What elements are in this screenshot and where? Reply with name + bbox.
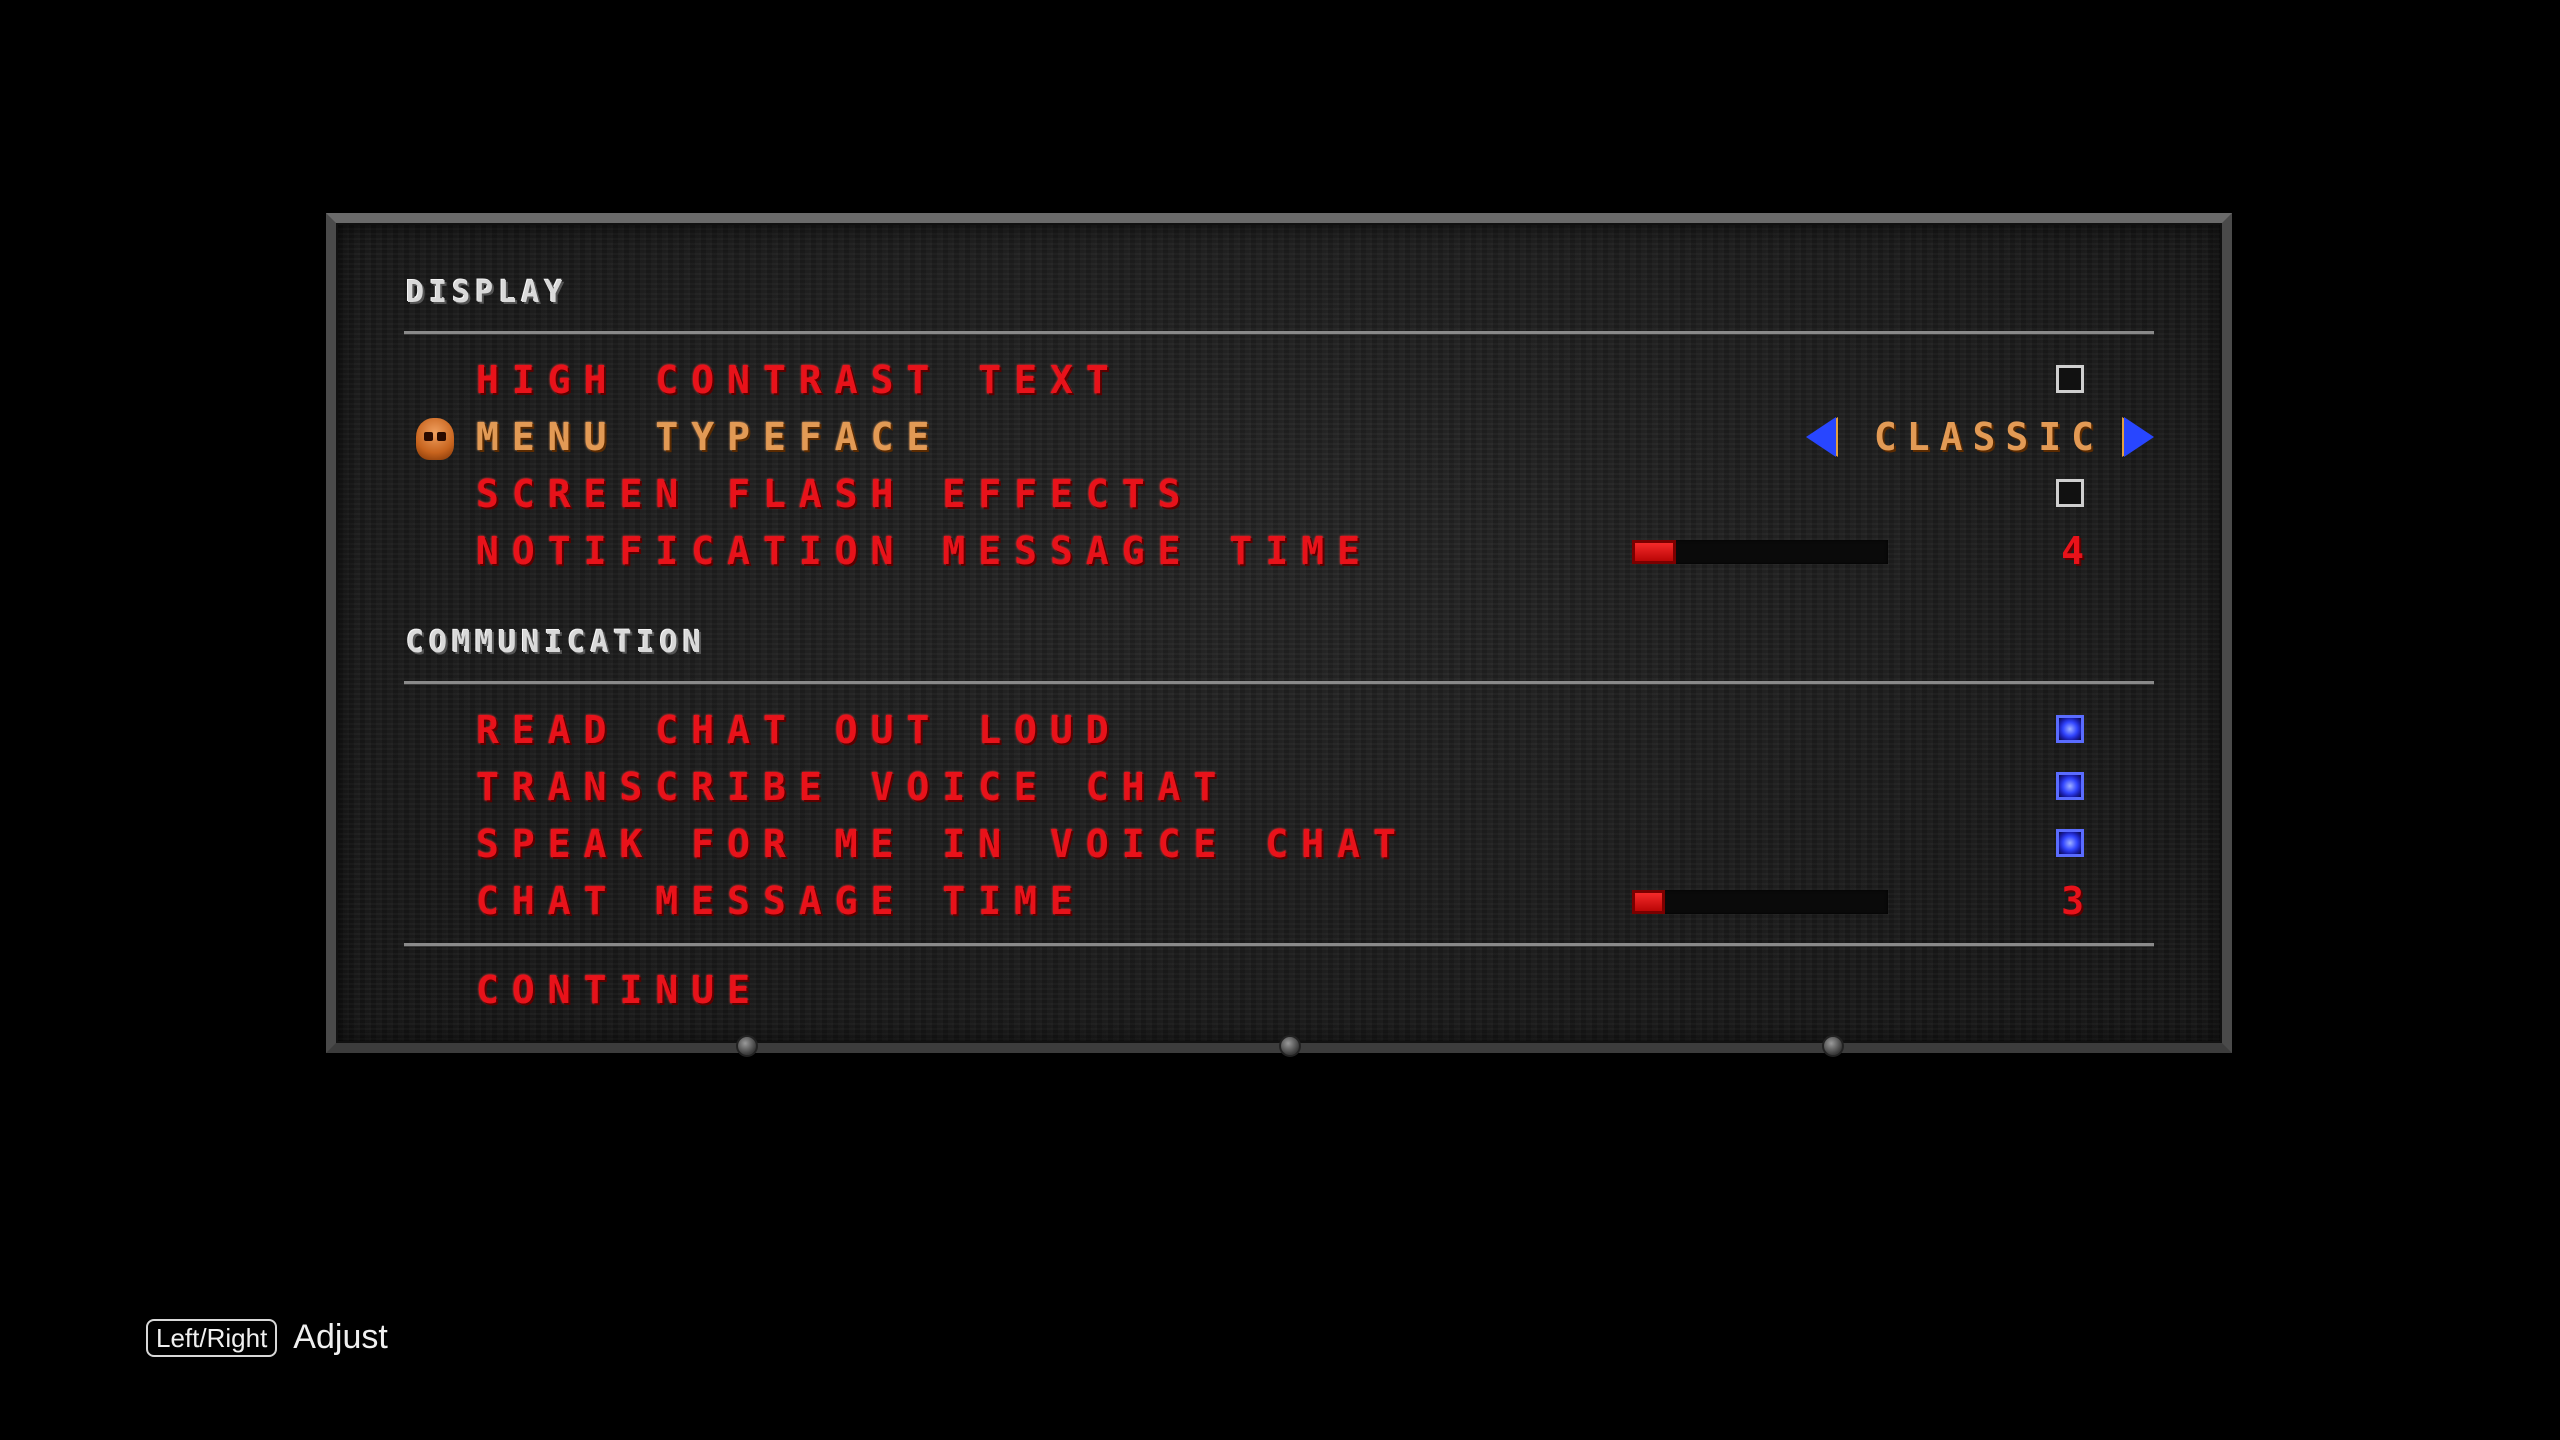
screen-flash-effects-checkbox[interactable] <box>2056 479 2084 507</box>
option-label: Notification Message Time <box>476 529 1373 573</box>
notification-time-slider[interactable] <box>1632 540 1888 564</box>
rivet-decoration <box>1279 1035 1301 1057</box>
rivet-decoration <box>736 1035 758 1057</box>
option-speak-for-me-in-voice-chat[interactable]: Speak For Me In Voice Chat <box>404 819 2154 869</box>
option-chat-message-time[interactable]: Chat Message Time 3 <box>404 876 2154 926</box>
transcribe-voice-chat-checkbox[interactable] <box>2056 772 2084 800</box>
slider-fill <box>1632 890 1666 914</box>
read-chat-out-loud-checkbox[interactable] <box>2056 715 2084 743</box>
hint-label: Adjust <box>293 1318 388 1356</box>
option-label: Chat Message Time <box>476 879 1086 923</box>
option-read-chat-out-loud[interactable]: Read Chat Out Loud <box>404 705 2154 755</box>
divider <box>404 943 2154 946</box>
option-label: Read Chat Out Loud <box>476 708 1122 752</box>
option-high-contrast-text[interactable]: High Contrast Text <box>404 355 2154 405</box>
option-label: Screen Flash Effects <box>476 472 1194 516</box>
options-screen: Display High Contrast Text Menu Typeface… <box>0 0 2560 1440</box>
slider-value: 4 <box>2061 529 2084 573</box>
option-label: Speak For Me In Voice Chat <box>476 822 1409 866</box>
option-label: High Contrast Text <box>476 358 1122 402</box>
controls-hint: Left/Right Adjust <box>146 1318 388 1357</box>
divider <box>404 331 2154 334</box>
slider-fill <box>1632 540 1676 564</box>
option-screen-flash-effects[interactable]: Screen Flash Effects <box>404 469 2154 519</box>
options-panel: Display High Contrast Text Menu Typeface… <box>326 213 2232 1057</box>
slider-value: 3 <box>2061 879 2084 923</box>
selector-value: Classic <box>1873 415 2104 459</box>
option-menu-typeface[interactable]: Menu Typeface Classic <box>404 412 2154 462</box>
divider <box>404 681 2154 684</box>
option-label: Menu Typeface <box>476 415 943 459</box>
high-contrast-text-checkbox[interactable] <box>2056 365 2084 393</box>
option-transcribe-voice-chat[interactable]: Transcribe Voice Chat <box>404 762 2154 812</box>
speak-for-me-checkbox[interactable] <box>2056 829 2084 857</box>
rivet-decoration <box>1822 1035 1844 1057</box>
arrow-left-icon[interactable] <box>1805 417 1836 457</box>
key-badge: Left/Right <box>146 1318 278 1357</box>
continue-button[interactable]: Continue <box>404 965 2154 1015</box>
option-notification-message-time[interactable]: Notification Message Time 4 <box>404 526 2154 576</box>
option-label: Transcribe Voice Chat <box>476 765 1230 809</box>
continue-label: Continue <box>476 968 764 1012</box>
section-header-communication: Communication <box>406 625 706 660</box>
menu-typeface-selector[interactable]: Classic <box>1805 412 2154 462</box>
skull-icon <box>416 418 454 460</box>
chat-time-slider[interactable] <box>1632 890 1888 914</box>
arrow-right-icon[interactable] <box>2124 417 2154 457</box>
section-header-display: Display <box>406 275 568 310</box>
